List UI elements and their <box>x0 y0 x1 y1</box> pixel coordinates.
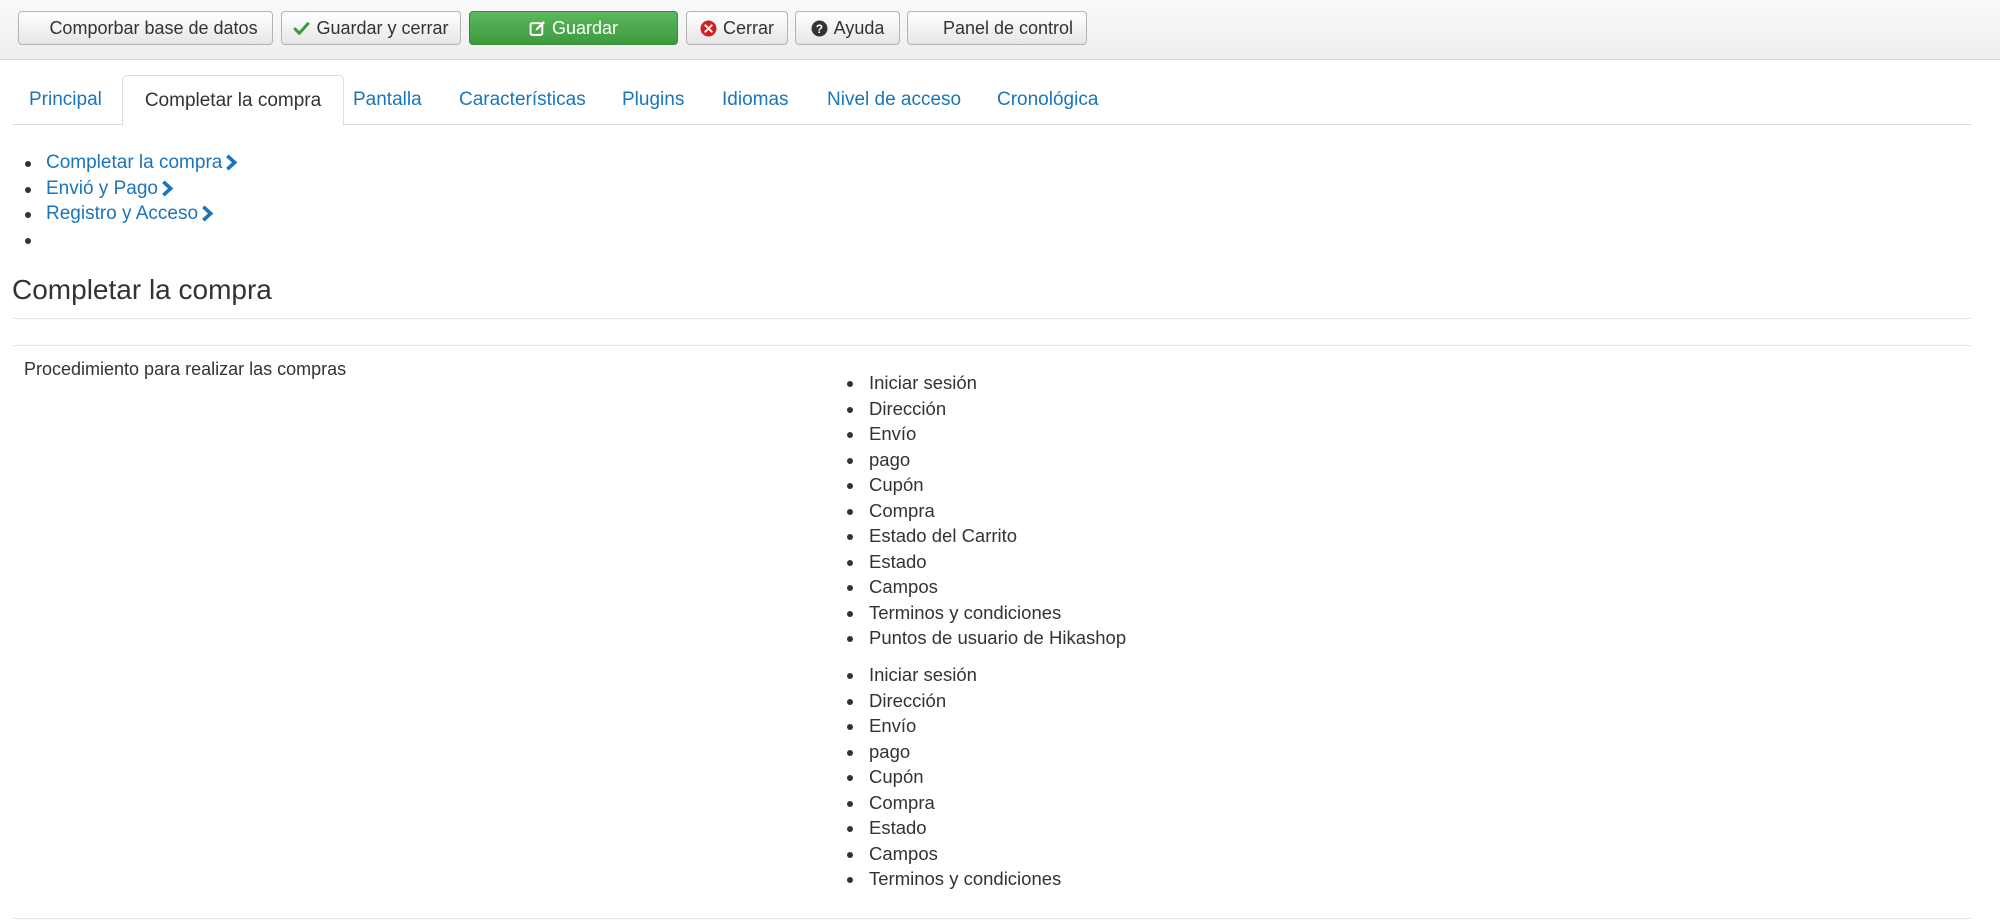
checkout-step-item: Terminos y condiciones <box>846 600 1126 626</box>
checkout-step-item: Iniciar sesión <box>846 662 1061 688</box>
tab-caracteristicas[interactable]: Características <box>459 75 586 125</box>
checkout-step-item: Puntos de usuario de Hikashop <box>846 625 1126 651</box>
close-button[interactable]: Cerrar <box>686 11 788 45</box>
checkout-step-item: Dirección <box>846 688 1061 714</box>
checkout-step-item: Envío <box>846 421 1126 447</box>
checkout-steps-list: Iniciar sesión Dirección Envío pago Cupón Com… <box>846 662 1061 892</box>
section-title: Completar la compra <box>12 274 272 305</box>
section-divider <box>12 918 1972 919</box>
help-button[interactable]: ? Ayuda <box>795 11 900 45</box>
tab-principal[interactable]: Principal <box>29 75 102 125</box>
subsection-nav: Completar la compra Envió y Pago Registr… <box>24 150 238 252</box>
checkout-steps-list: Iniciar sesión Dirección Envío pago Cupón Com… <box>846 370 1126 651</box>
save-and-close-label: Guardar y cerrar <box>316 17 449 38</box>
checkout-step-item: pago <box>846 447 1126 473</box>
tab-completar-la-compra[interactable]: Completar la compra <box>122 75 344 126</box>
procedure-label: Procedimiento para realizar las compras <box>24 359 347 379</box>
svg-text:?: ? <box>816 22 823 35</box>
help-label: Ayuda <box>833 17 885 38</box>
close-circle-icon <box>700 20 717 37</box>
checkmark-icon <box>293 20 310 37</box>
checkout-step-item: Estado <box>846 549 1126 575</box>
tab-nivel-de-acceso[interactable]: Nivel de acceso <box>827 75 961 125</box>
close-label: Cerrar <box>722 17 774 38</box>
checkout-step-item: Dirección <box>846 396 1126 422</box>
chevron-right-icon <box>226 154 238 171</box>
help-icon: ? <box>811 20 828 37</box>
edit-icon <box>529 20 546 37</box>
tab-pantalla[interactable]: Pantalla <box>353 75 422 125</box>
subnav-item: Registro y Acceso <box>24 201 238 227</box>
subnav-link-label: Registro y Acceso <box>46 203 199 224</box>
tab-idiomas[interactable]: Idiomas <box>722 75 789 125</box>
tab-plugins[interactable]: Plugins <box>622 75 684 125</box>
checkout-step-item: Estado <box>846 815 1061 841</box>
toolbar: Comporbar base de datos Guardar y cerrar… <box>0 0 2000 60</box>
save-button[interactable]: Guardar <box>469 11 678 45</box>
checkout-step-item: Cupón <box>846 472 1126 498</box>
checkout-step-item: Envío <box>846 713 1061 739</box>
subnav-link-label: Completar la compra <box>46 152 223 173</box>
subnav-item: Completar la compra <box>24 150 238 176</box>
checkout-step-item: pago <box>846 739 1061 765</box>
chevron-right-icon <box>202 205 214 222</box>
subnav-link-completar-la-compra[interactable]: Completar la compra <box>46 150 238 176</box>
section-divider <box>12 345 1972 346</box>
control-panel-button[interactable]: Panel de control <box>907 11 1087 45</box>
subnav-link-envio-y-pago[interactable]: Envió y Pago <box>46 176 174 202</box>
subnav-link-registro-y-acceso[interactable]: Registro y Acceso <box>46 201 214 227</box>
tab-cronologica[interactable]: Cronológica <box>997 75 1098 125</box>
checkout-step-item: Iniciar sesión <box>846 370 1126 396</box>
subnav-item: Envió y Pago <box>24 176 238 202</box>
checkout-step-item: Terminos y condiciones <box>846 866 1061 892</box>
check-database-label: Comporbar base de datos <box>49 17 258 38</box>
save-and-close-button[interactable]: Guardar y cerrar <box>281 11 461 45</box>
tab-bar: Principal Completar la compra Pantalla C… <box>12 75 1972 126</box>
chevron-right-icon <box>162 180 174 197</box>
subnav-empty-item <box>24 227 238 253</box>
checkout-step-item: Estado del Carrito <box>846 523 1126 549</box>
control-panel-label: Panel de control <box>942 17 1074 38</box>
subnav-link-label: Envió y Pago <box>46 177 158 199</box>
checkout-step-item: Campos <box>846 841 1061 867</box>
save-label: Guardar <box>551 17 619 38</box>
checkout-step-item: Compra <box>846 790 1061 816</box>
checkout-step-item: Campos <box>846 574 1126 600</box>
section-divider <box>12 318 1972 319</box>
checkout-step-item: Cupón <box>846 764 1061 790</box>
check-database-button[interactable]: Comporbar base de datos <box>18 11 273 45</box>
checkout-step-item: Compra <box>846 498 1126 524</box>
